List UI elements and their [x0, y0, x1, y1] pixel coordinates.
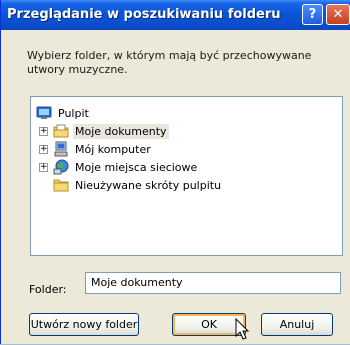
folder-label: Folder:: [29, 283, 67, 296]
help-button[interactable]: ?: [302, 4, 323, 25]
tree-item-label: Moje miejsca sieciowe: [75, 160, 198, 174]
folder-browse-dialog: Przeglądanie w poszukiwaniu folderu ? ✕ …: [0, 0, 350, 344]
close-button[interactable]: ✕: [326, 4, 350, 25]
desktop-icon: [36, 105, 52, 121]
folder-tree[interactable]: Pulpit + Moje dokumenty + Mój komputer +…: [30, 96, 343, 256]
my-documents-icon: [53, 123, 69, 139]
title-bar[interactable]: Przeglądanie w poszukiwaniu folderu ? ✕: [1, 0, 350, 30]
close-icon: ✕: [332, 7, 344, 22]
tree-item-my-computer[interactable]: + Mój komputer: [39, 140, 153, 158]
tree-item-network-places[interactable]: + Moje miejsca sieciowe: [39, 158, 199, 176]
tree-item-desktop[interactable]: Pulpit: [36, 104, 91, 122]
new-folder-button[interactable]: Utwórz nowy folder: [29, 313, 139, 336]
tree-item-label: Pulpit: [58, 106, 89, 120]
help-icon: ?: [308, 7, 317, 22]
tree-item-unused-shortcuts[interactable]: Nieużywane skróty pulpitu: [53, 176, 223, 194]
window-title: Przeglądanie w poszukiwaniu folderu: [7, 7, 281, 22]
expand-icon[interactable]: +: [39, 144, 48, 154]
my-computer-icon: [53, 141, 69, 157]
dialog-description: Wybierz folder, w którym mają być przech…: [27, 49, 312, 76]
cancel-button[interactable]: Anuluj: [261, 313, 333, 336]
network-places-icon: [53, 159, 69, 175]
expand-icon[interactable]: +: [39, 162, 48, 172]
expand-icon[interactable]: +: [39, 126, 48, 136]
tree-item-label: Moje dokumenty: [73, 123, 169, 139]
folder-input[interactable]: Moje dokumenty: [85, 272, 341, 294]
tree-item-label: Nieużywane skróty pulpitu: [75, 178, 222, 192]
folder-icon: [53, 177, 69, 193]
tree-item-my-documents[interactable]: + Moje dokumenty: [39, 122, 169, 140]
tree-item-label: Mój komputer: [75, 142, 151, 156]
mouse-pointer-icon: [235, 317, 251, 342]
